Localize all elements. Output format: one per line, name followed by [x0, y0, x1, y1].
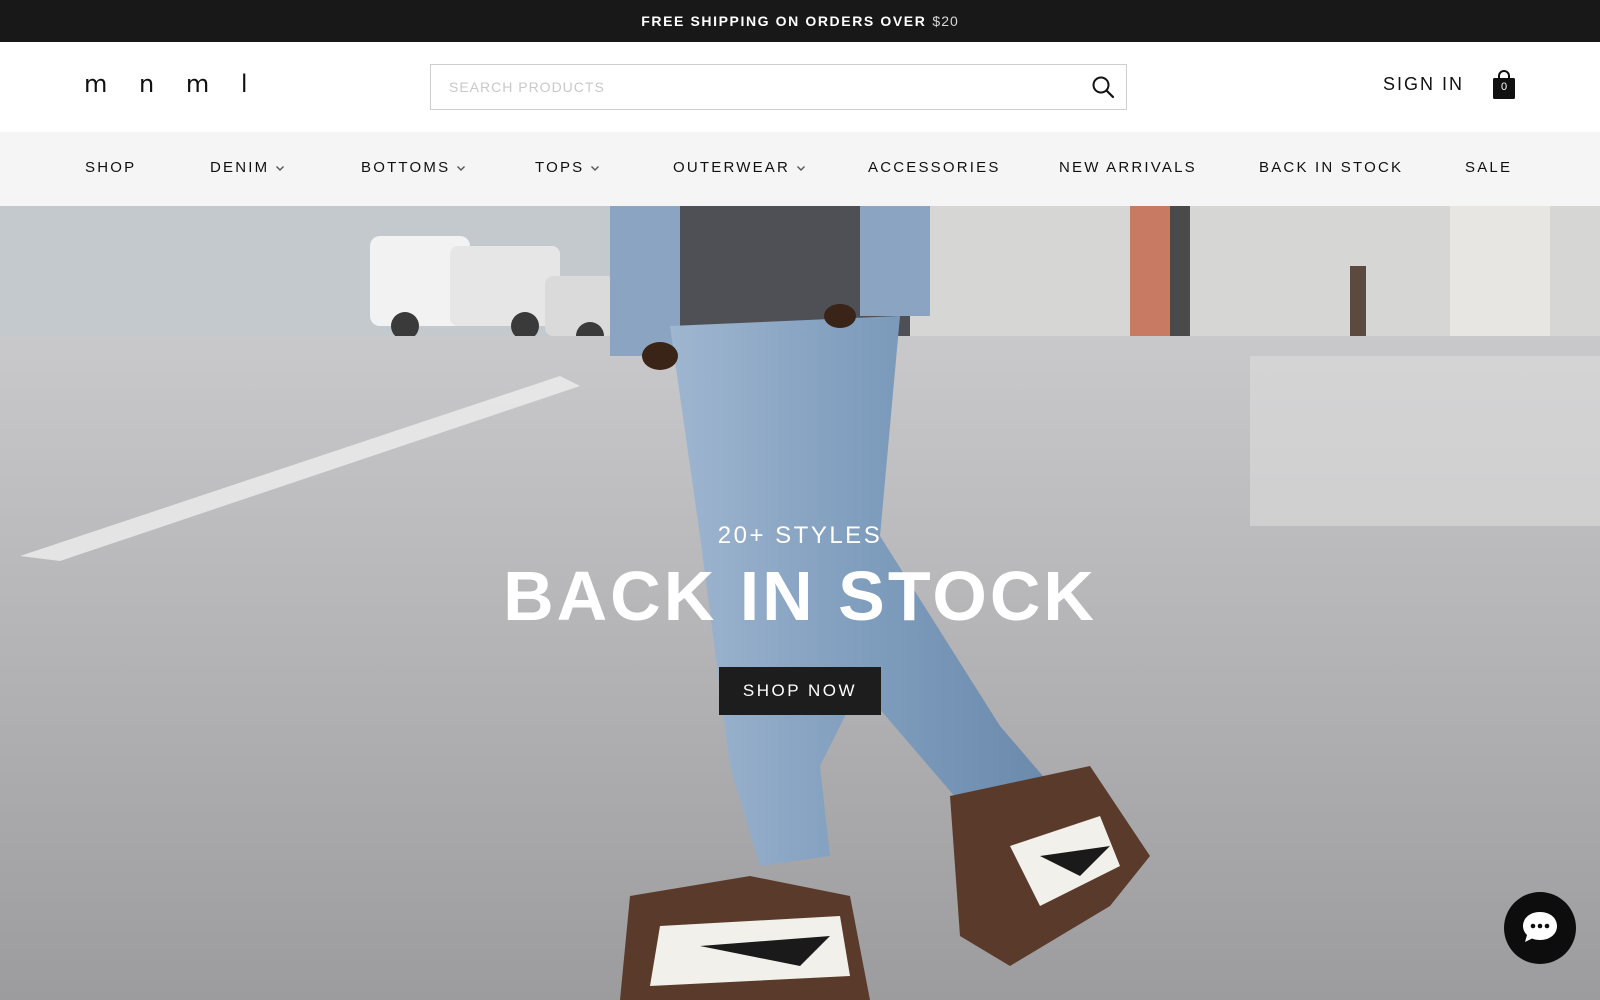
nav-item-denim[interactable]: DENIM	[210, 159, 285, 176]
nav-item-label: NEW ARRIVALS	[1059, 159, 1197, 176]
nav-item-label: ACCESSORIES	[868, 159, 1001, 176]
hero-banner[interactable]: 20+ STYLES BACK IN STOCK SHOP NOW	[0, 206, 1600, 1000]
nav-item-back-in-stock[interactable]: BACK IN STOCK	[1259, 159, 1403, 176]
chat-bubble-icon	[1523, 912, 1557, 942]
main-nav: SHOP DENIM BOTTOMS TOPS OUTERWEAR ACCESS…	[0, 132, 1600, 206]
nav-item-label: OUTERWEAR	[673, 159, 791, 176]
nav-item-tops[interactable]: TOPS	[535, 159, 600, 176]
site-logo[interactable]: m n m l	[84, 70, 260, 98]
chevron-down-icon	[797, 165, 806, 171]
promo-bar: FREE SHIPPING ON ORDERS OVER $20	[0, 0, 1600, 42]
search-input[interactable]	[431, 65, 1080, 109]
chevron-down-icon	[276, 165, 285, 171]
chevron-down-icon	[457, 165, 466, 171]
shop-now-button[interactable]: SHOP NOW	[719, 667, 881, 715]
site-header: m n m l SIGN IN 0	[0, 42, 1600, 132]
cart-button[interactable]: 0	[1492, 70, 1516, 100]
nav-item-label: TOPS	[535, 159, 585, 176]
nav-item-label: BACK IN STOCK	[1259, 159, 1404, 176]
nav-item-sale[interactable]: SALE	[1465, 159, 1512, 176]
search-button[interactable]	[1080, 65, 1126, 109]
search-box	[430, 64, 1127, 110]
chat-button[interactable]	[1504, 892, 1576, 964]
nav-item-label: BOTTOMS	[361, 159, 451, 176]
nav-item-bottoms[interactable]: BOTTOMS	[361, 159, 466, 176]
nav-item-new-arrivals[interactable]: NEW ARRIVALS	[1059, 159, 1197, 176]
hero-title: BACK IN STOCK	[503, 557, 1097, 635]
hero-subtitle: 20+ STYLES	[717, 522, 883, 549]
nav-item-label: SALE	[1465, 159, 1513, 176]
promo-text: FREE SHIPPING ON ORDERS OVER	[641, 13, 927, 29]
sign-in-link[interactable]: SIGN IN	[1383, 74, 1464, 95]
nav-item-shop[interactable]: SHOP	[85, 159, 136, 176]
nav-item-label: DENIM	[210, 159, 270, 176]
nav-item-outerwear[interactable]: OUTERWEAR	[673, 159, 806, 176]
cart-count: 0	[1500, 81, 1508, 93]
chevron-down-icon	[591, 165, 600, 171]
nav-item-accessories[interactable]: ACCESSORIES	[868, 159, 1001, 176]
search-icon	[1092, 76, 1115, 99]
nav-item-label: SHOP	[85, 159, 137, 176]
promo-amount: $20	[932, 13, 959, 29]
